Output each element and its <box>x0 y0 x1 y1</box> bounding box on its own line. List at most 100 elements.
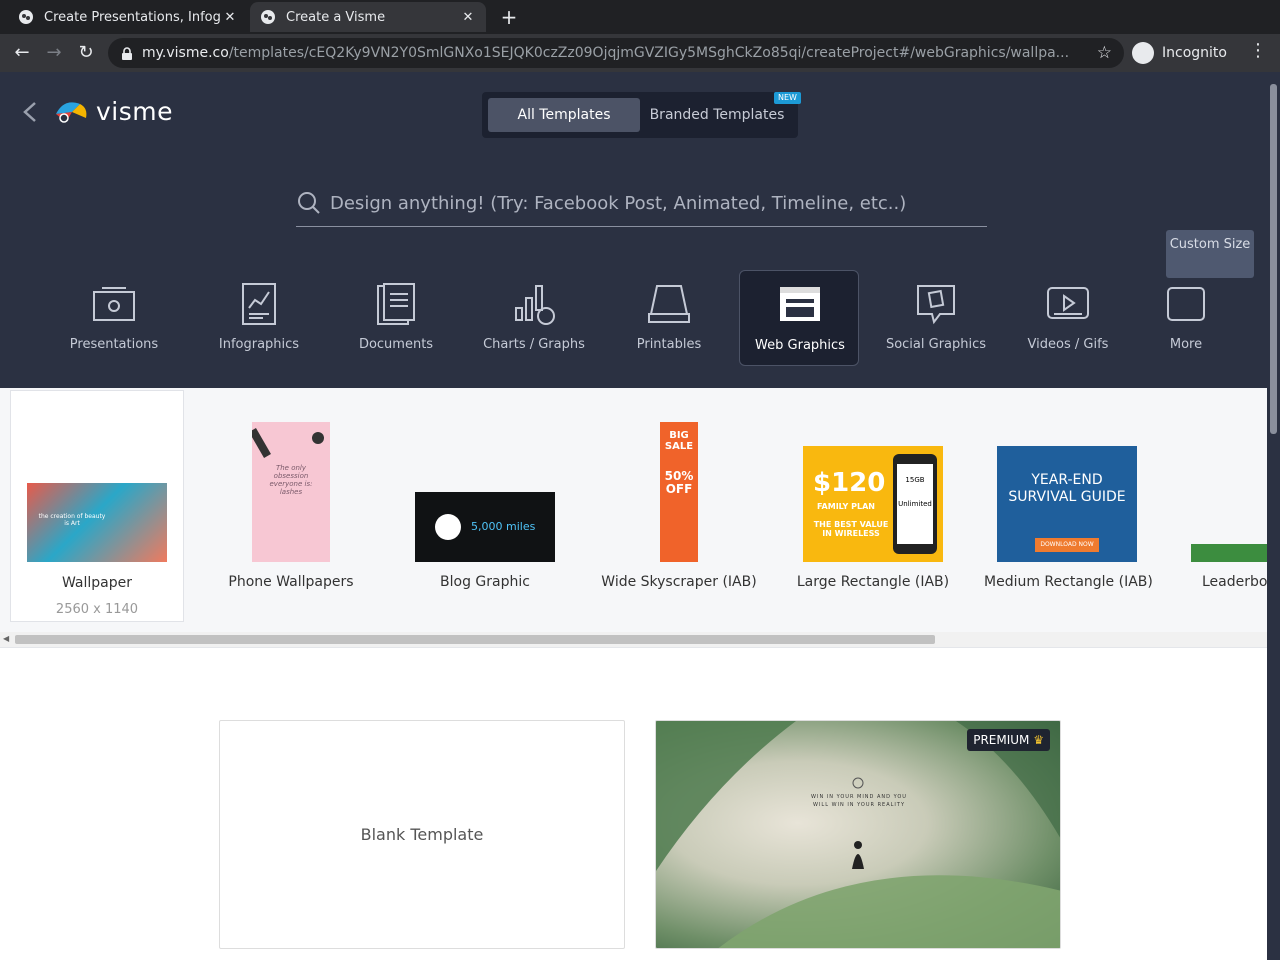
thumb-text: BIG SALE <box>664 430 694 452</box>
category-label: Documents <box>358 337 434 352</box>
thumb-text: DOWNLOAD NOW <box>1035 538 1099 552</box>
subtype-name: Wallpaper <box>61 575 133 591</box>
category-label: More <box>1169 337 1203 352</box>
thumb-text: 15GB <box>905 476 925 484</box>
category-videos-gifs[interactable]: Videos / Gifs <box>1008 270 1128 366</box>
subtype-phone-wallpapers[interactable]: The only obsession everyone is: lashes P… <box>212 390 370 622</box>
scrollbar-thumb[interactable] <box>1270 84 1277 434</box>
category-social-graphics[interactable]: Social Graphics <box>876 270 996 366</box>
blog-circle <box>435 514 461 540</box>
incognito-icon <box>1132 42 1154 64</box>
subtype-medium-rectangle[interactable]: YEAR-END SURVIVAL GUIDE DOWNLOAD NOW Med… <box>984 390 1153 622</box>
category-web-graphics[interactable]: Web Graphics <box>739 270 859 366</box>
medium-rectangle-thumbnail: YEAR-END SURVIVAL GUIDE DOWNLOAD NOW <box>997 446 1137 562</box>
template-quote: WIN IN YOUR MIND AND YOU WILL WIN IN YOU… <box>811 794 907 808</box>
tab-close-icon[interactable]: ✕ <box>460 10 476 25</box>
visme-favicon-icon <box>260 9 276 25</box>
category-documents[interactable]: Documents <box>336 270 456 366</box>
subtype-name: Phone Wallpapers <box>228 574 354 590</box>
wallpaper-thumbnail: the creation of beauty is Art <box>27 483 167 562</box>
thumb-text: THE BEST VALUE IN WIRELESS <box>813 520 889 538</box>
thumb-text: $120 <box>813 468 886 498</box>
video-icon <box>1047 287 1089 319</box>
browser-menu-icon[interactable]: ⋮ <box>1248 40 1268 61</box>
thumb-text: 50% OFF <box>664 469 694 496</box>
template-type-toggle: All Templates Branded Templates NEW <box>482 92 801 138</box>
address-bar[interactable]: my.visme.co/templates/cEQ2Ky9VN2Y0SmlGNX… <box>108 38 1124 68</box>
vertical-scrollbar[interactable] <box>1267 72 1280 960</box>
subtype-dimensions: 2560 x 1140 <box>55 602 139 617</box>
crown-icon: ♛ <box>1033 733 1044 747</box>
subtype-blog-graphic[interactable]: 5,000 miles Blog Graphic <box>400 390 570 622</box>
subtype-wide-skyscraper[interactable]: BIG SALE 50% OFF Wide Skyscraper (IAB) <box>600 390 758 622</box>
category-label: Presentations <box>69 337 159 352</box>
infographic-icon <box>242 283 276 325</box>
compact-shape <box>312 432 324 444</box>
subtype-name: Blog Graphic <box>440 574 530 590</box>
large-rectangle-thumbnail: $120 FAMILY PLAN THE BEST VALUE IN WIREL… <box>803 446 943 562</box>
new-tab-icon[interactable]: + <box>496 5 522 31</box>
forward-arrow-icon[interactable]: → <box>42 41 66 65</box>
visme-favicon-icon <box>18 9 34 25</box>
incognito-profile[interactable]: Incognito <box>1132 39 1227 67</box>
browser-toolbar: ← → ↻ my.visme.co/templates/cEQ2Ky9VN2Y0… <box>0 34 1280 72</box>
premium-template-card[interactable]: WIN IN YOUR MIND AND YOU WILL WIN IN YOU… <box>655 720 1061 949</box>
category-bar: Presentations Infographics Documents Cha… <box>0 270 1280 370</box>
printer-icon <box>648 285 690 323</box>
app-header: visme All Templates Branded Templates NE… <box>0 72 1280 388</box>
web-graphics-icon <box>780 287 820 321</box>
more-icon <box>1167 287 1205 321</box>
reload-icon[interactable]: ↻ <box>74 41 98 65</box>
back-chevron-icon[interactable] <box>20 100 40 124</box>
template-search[interactable]: Design anything! (Try: Facebook Post, An… <box>296 180 987 227</box>
category-printables[interactable]: Printables <box>609 270 729 366</box>
back-arrow-icon[interactable]: ← <box>10 41 34 65</box>
phone-shape: 15GB Unlimited <box>893 454 937 554</box>
custom-size-button[interactable]: Custom Size <box>1166 230 1254 278</box>
horizontal-scrollbar[interactable]: ◀ ▶ <box>0 632 1280 647</box>
visme-logo[interactable]: visme <box>54 96 173 126</box>
blank-template-label: Blank Template <box>360 825 484 844</box>
category-charts-graphs[interactable]: Charts / Graphs <box>474 270 594 366</box>
premium-label: PREMIUM <box>973 733 1030 747</box>
social-icon <box>917 285 955 325</box>
url-host: my.visme.co <box>142 45 229 61</box>
blank-template-card[interactable]: Blank Template <box>219 720 625 949</box>
browser-tab-inactive[interactable]: Create Presentations, Infog ✕ <box>8 2 248 32</box>
search-input[interactable]: Design anything! (Try: Facebook Post, An… <box>330 193 906 214</box>
subtype-strip: the creation of beauty is Art Wallpaper … <box>0 388 1280 648</box>
category-label: Printables <box>636 337 702 352</box>
presentation-icon <box>93 287 135 321</box>
lipstick-shape <box>252 428 271 458</box>
subtype-wallpaper[interactable]: the creation of beauty is Art Wallpaper … <box>10 390 184 622</box>
new-badge: NEW <box>774 92 801 104</box>
bookmark-star-icon[interactable]: ☆ <box>1097 43 1112 63</box>
category-label: Infographics <box>218 337 300 352</box>
branded-templates-button[interactable]: Branded Templates <box>642 98 792 132</box>
phone-wallpaper-thumbnail: The only obsession everyone is: lashes <box>252 422 330 562</box>
skyscraper-thumbnail: BIG SALE 50% OFF <box>660 422 698 562</box>
scroll-left-icon[interactable]: ◀ <box>3 634 13 643</box>
category-more[interactable]: More <box>1126 270 1246 366</box>
thumb-text: FAMILY PLAN <box>817 502 875 511</box>
tab-title: Create Presentations, Infog <box>44 9 221 25</box>
thumb-text: Unlimited <box>898 500 932 508</box>
category-label: Videos / Gifs <box>1027 337 1109 352</box>
thumb-text: YEAR-END SURVIVAL GUIDE <box>1008 472 1126 505</box>
category-label: Social Graphics <box>885 337 987 352</box>
subtype-large-rectangle[interactable]: $120 FAMILY PLAN THE BEST VALUE IN WIREL… <box>794 390 952 622</box>
all-templates-button[interactable]: All Templates <box>488 98 640 132</box>
category-label: Charts / Graphs <box>483 337 585 352</box>
subtype-name: Medium Rectangle (IAB) <box>984 574 1153 590</box>
thumb-text: The only obsession everyone is: lashes <box>269 464 313 496</box>
incognito-label: Incognito <box>1162 45 1227 61</box>
tab-title: Create a Visme <box>286 9 386 25</box>
scrollbar-thumb[interactable] <box>15 635 935 644</box>
url-path: /templates/cEQ2Ky9VN2Y0SmlGNXo1SEJQK0czZ… <box>228 45 1070 61</box>
subtype-name: Large Rectangle (IAB) <box>796 574 950 590</box>
tab-close-icon[interactable]: ✕ <box>222 10 238 25</box>
category-presentations[interactable]: Presentations <box>54 270 174 366</box>
category-infographics[interactable]: Infographics <box>199 270 319 366</box>
browser-tab-active[interactable]: Create a Visme ✕ <box>250 2 486 32</box>
leaf-image <box>656 721 1060 948</box>
